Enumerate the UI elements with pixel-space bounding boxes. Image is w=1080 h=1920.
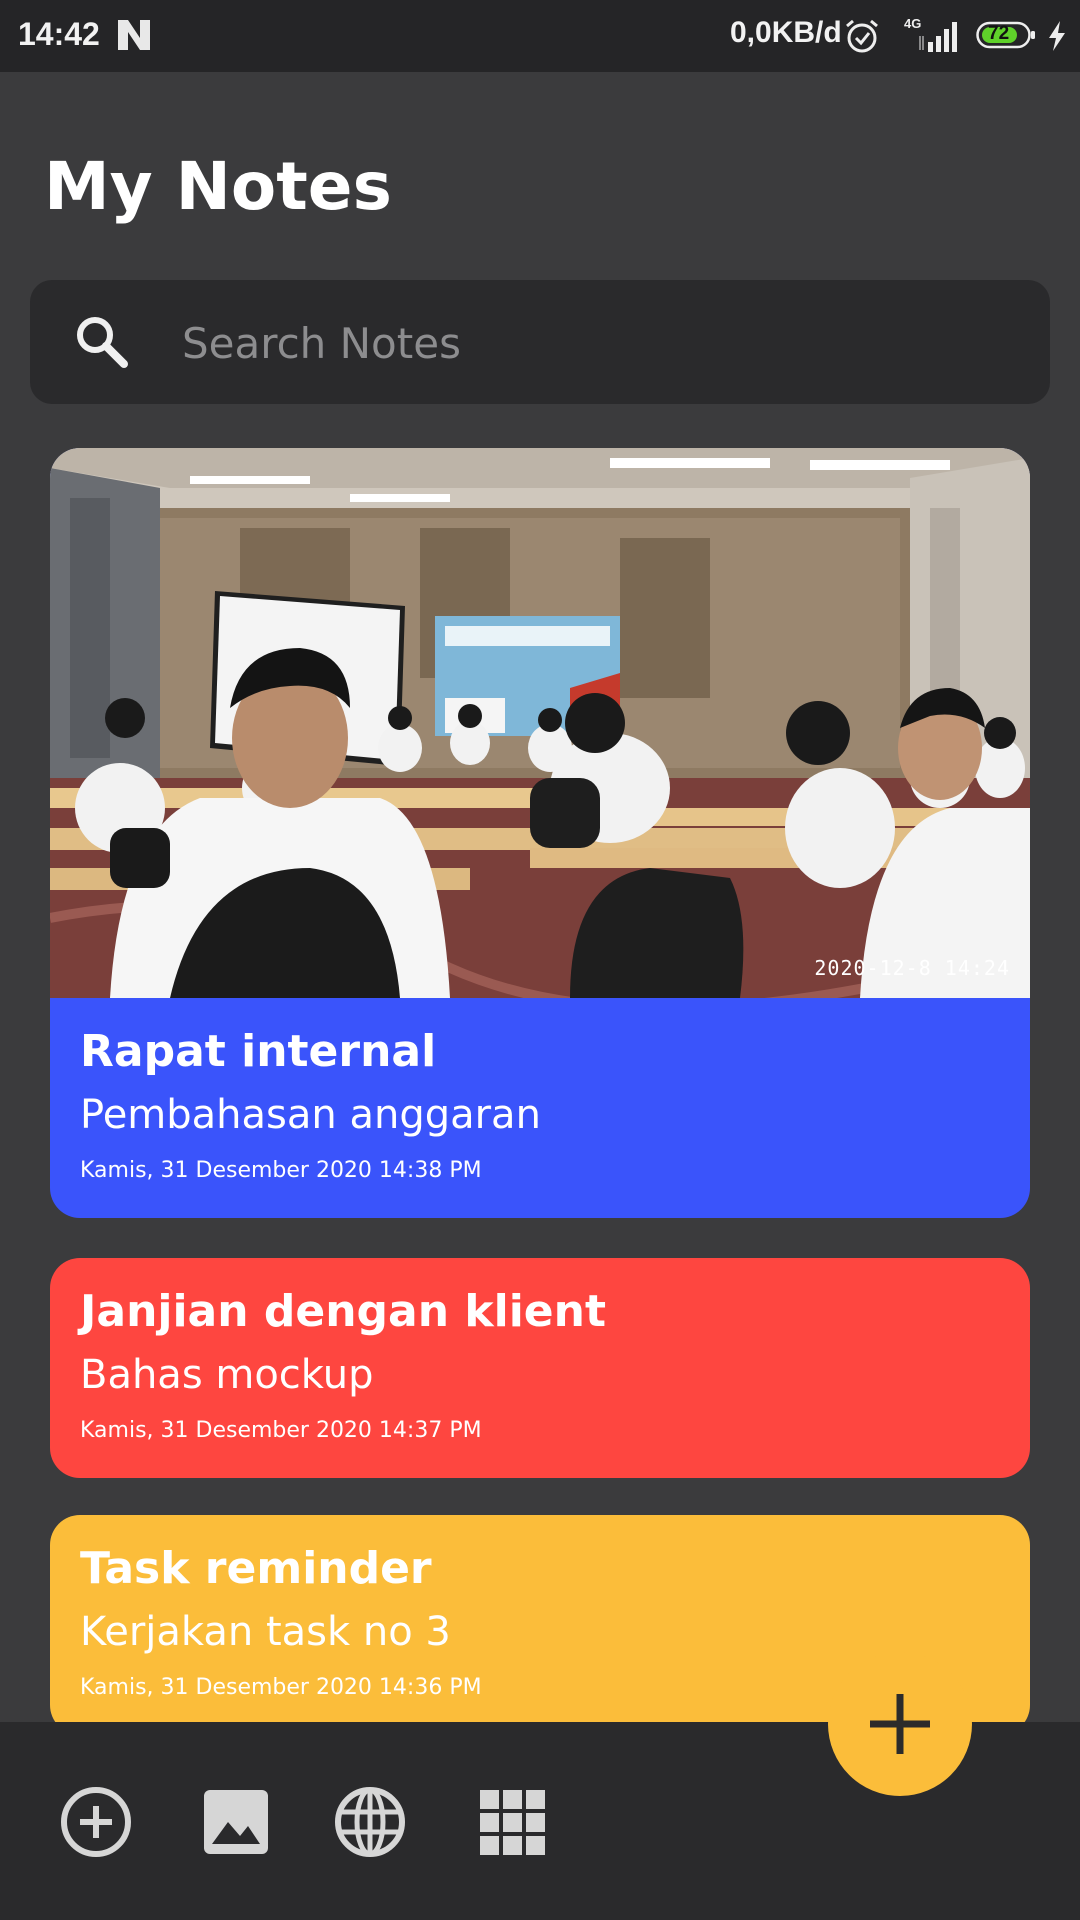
status-bar: 14:42 0,0KB/d 4G 72 xyxy=(0,0,1080,72)
note-date: Kamis, 31 Desember 2020 14:38 PM xyxy=(80,1158,482,1183)
note-date: Kamis, 31 Desember 2020 14:37 PM xyxy=(80,1418,482,1443)
charging-icon xyxy=(1049,21,1065,51)
note-title: Janjian dengan klient xyxy=(80,1286,607,1337)
grid-icon[interactable] xyxy=(474,1784,550,1860)
globe-icon[interactable] xyxy=(332,1784,408,1860)
battery-indicator: 72 xyxy=(976,20,1036,50)
image-icon[interactable] xyxy=(198,1784,274,1860)
add-note-button[interactable] xyxy=(828,1652,972,1796)
note-title: Task reminder xyxy=(80,1543,432,1594)
signal-icon xyxy=(919,22,957,52)
notification-n-icon xyxy=(118,20,150,50)
note-card[interactable]: 2020-12-8 14:24 Rapat internal Pembahasa… xyxy=(50,448,1030,1218)
search-input[interactable] xyxy=(180,310,1004,376)
add-circle-icon[interactable] xyxy=(58,1784,134,1860)
search-bar[interactable] xyxy=(30,280,1050,404)
alarm-icon xyxy=(846,19,878,53)
image-timestamp: 2020-12-8 14:24 xyxy=(814,956,1010,980)
page-title: My Notes xyxy=(44,148,392,225)
note-image: 2020-12-8 14:24 xyxy=(50,448,1030,998)
plus-icon xyxy=(870,1694,930,1754)
status-time: 14:42 xyxy=(18,16,100,52)
search-icon xyxy=(77,317,128,368)
note-subtitle: Kerjakan task no 3 xyxy=(80,1609,451,1655)
note-subtitle: Pembahasan anggaran xyxy=(80,1092,541,1138)
note-subtitle: Bahas mockup xyxy=(80,1352,374,1398)
note-card[interactable]: Janjian dengan klient Bahas mockup Kamis… xyxy=(50,1258,1030,1478)
battery-level: 72 xyxy=(988,23,1010,44)
network-speed: 0,0KB/d xyxy=(730,16,842,49)
note-title: Rapat internal xyxy=(80,1026,437,1077)
